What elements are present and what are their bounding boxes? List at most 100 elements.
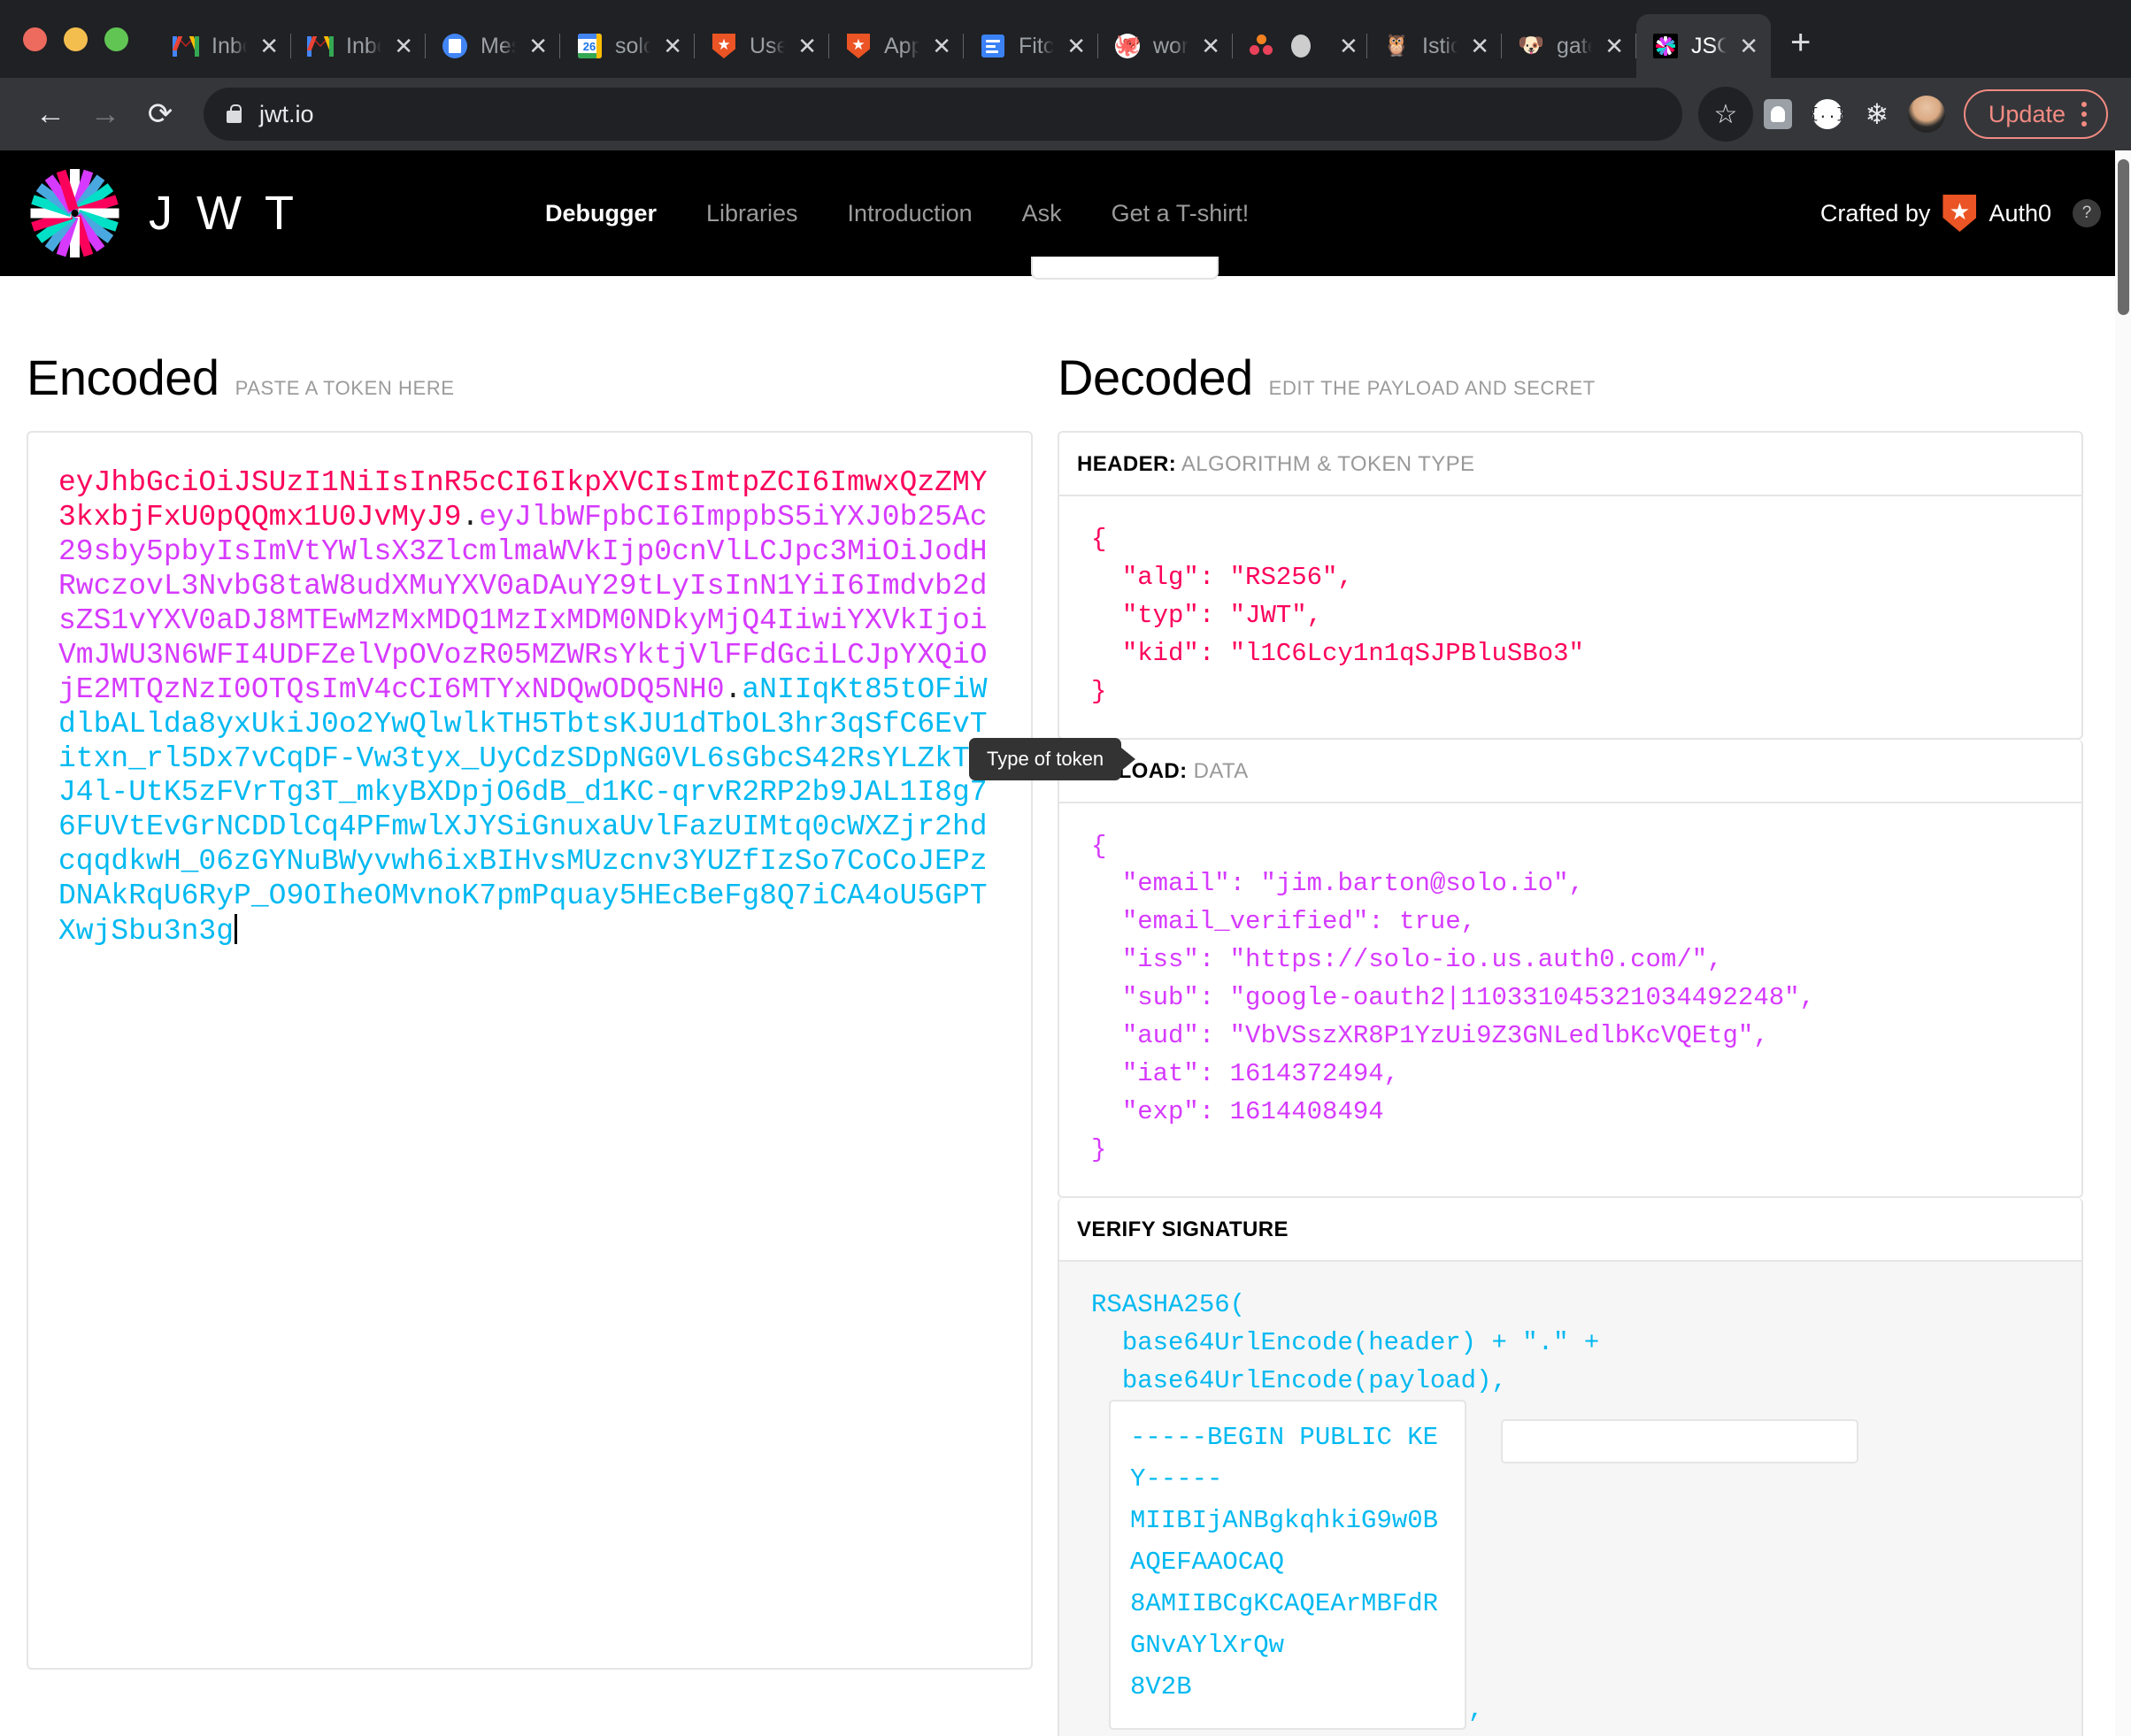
browser-tab-active[interactable]: JSO ✕ (1636, 14, 1771, 78)
payload-panel-json[interactable]: { "email": "jim.barton@solo.io", "email_… (1059, 803, 2081, 1196)
tab-title: Mes (481, 33, 516, 58)
lightbulb-extension-icon[interactable] (1753, 89, 1803, 139)
browser-tab[interactable]: 🐶 gate ✕ (1502, 14, 1636, 78)
decoded-column: Decoded EDIT THE PAYLOAD AND SECRET HEAD… (1058, 276, 2106, 1736)
payload-panel-sublabel: DATA (1193, 758, 1249, 783)
browser-tab[interactable]: ★ App ✕ (829, 14, 964, 78)
help-icon[interactable]: ? (2073, 199, 2101, 227)
calendar-day-number: 26 (582, 39, 596, 53)
collapsed-banner-stub (1031, 257, 1219, 280)
page-scrollbar-thumb[interactable] (2118, 159, 2129, 315)
close-icon[interactable]: ✕ (1739, 35, 1758, 58)
minimize-window-button[interactable] (64, 27, 88, 51)
signature-line-1: RSASHA256( (1091, 1289, 1246, 1319)
crafted-by-auth0: Crafted by ★ Auth0 ? (1820, 195, 2101, 232)
auth0-label: Auth0 (1989, 199, 2051, 227)
update-button[interactable]: Update (1963, 89, 2108, 139)
close-icon[interactable]: ✕ (528, 35, 548, 58)
encoded-column: Encoded PASTE A TOKEN HERE eyJhbGciOiJSU… (0, 257, 1219, 1736)
close-icon[interactable]: ✕ (1339, 35, 1358, 58)
page-scrollbar[interactable] (2115, 150, 2131, 1736)
close-icon[interactable]: ✕ (1066, 35, 1086, 58)
close-icon[interactable]: ✕ (1470, 35, 1489, 58)
tab-title: App (884, 33, 920, 58)
site-brand[interactable]: J W T (27, 165, 299, 261)
encoded-heading: Encoded PASTE A TOKEN HERE (27, 276, 1033, 431)
back-button[interactable]: ← (23, 87, 78, 142)
window-traffic-lights (23, 0, 157, 78)
profile-avatar[interactable] (1902, 89, 1951, 139)
bookmark-star-icon[interactable]: ☆ (1697, 87, 1753, 142)
header-panel: HEADER: ALGORITHM & TOKEN TYPE { "alg": … (1058, 431, 2083, 740)
tab-title: gate (1557, 33, 1592, 58)
close-icon[interactable]: ✕ (663, 35, 682, 58)
decoded-heading: Decoded EDIT THE PAYLOAD AND SECRET (1058, 276, 2083, 431)
nav-item-introduction[interactable]: Introduction (823, 200, 997, 227)
header-panel-json[interactable]: { "alg": "RS256", "typ": "JWT", "kid": "… (1059, 496, 2081, 738)
json-formatter-extension-icon[interactable]: {..} (1803, 89, 1852, 139)
browser-tab[interactable]: Inbo ✕ (291, 14, 426, 78)
browser-tab[interactable]: ★ Use ✕ (695, 14, 829, 78)
browser-tab[interactable]: 🦉 Istio ✕ (1367, 14, 1502, 78)
grey-circle-icon (1288, 33, 1314, 59)
close-icon[interactable]: ✕ (259, 35, 279, 58)
extensions-puzzle-icon[interactable]: ❄ (1852, 89, 1902, 139)
debugger-content: Encoded PASTE A TOKEN HERE eyJhbGciOiJSU… (0, 257, 2131, 1736)
google-calendar-icon: 26 (576, 33, 603, 59)
new-tab-button[interactable]: + (1790, 25, 1811, 60)
encoded-token-textarea[interactable]: eyJhbGciOiJSUzI1NiIsInR5cCI6IkpXVCIsImtp… (27, 431, 1033, 1670)
maximize-window-button[interactable] (104, 27, 128, 51)
token-separator-1: . (461, 500, 480, 534)
reload-button[interactable]: ⟳ (133, 87, 188, 142)
browser-tab[interactable]: 26 solo ✕ (560, 14, 695, 78)
github-icon: 🐙 (1114, 34, 1141, 58)
browser-tab[interactable]: 🐙 worl ✕ (1098, 14, 1233, 78)
browser-tab[interactable]: Mes ✕ (426, 14, 560, 78)
browser-toolbar: ← → ⟳ jwt.io ☆ {..} ❄ Update (0, 78, 2131, 150)
gmail-icon (307, 33, 334, 59)
encoded-subtitle: PASTE A TOKEN HERE (235, 377, 455, 399)
close-icon[interactable]: ✕ (1201, 35, 1220, 58)
close-icon[interactable]: ✕ (932, 35, 951, 58)
browser-tab[interactable]: Fitch ✕ (964, 14, 1098, 78)
payload-panel-title: PAYLOAD: DATA (1059, 740, 2081, 803)
browser-tab[interactable]: Inbo ✕ (157, 14, 291, 78)
close-icon[interactable]: ✕ (797, 35, 817, 58)
update-button-label: Update (1988, 100, 2066, 127)
tab-title: Use (750, 33, 786, 58)
signature-line-3: base64UrlEncode(payload), (1091, 1365, 1507, 1395)
signature-panel: VERIFY SIGNATURE RSASHA256( base64UrlEnc… (1058, 1197, 2083, 1736)
tab-title: JSO (1691, 33, 1727, 58)
site-nav-menu: Debugger Libraries Introduction Ask Get … (520, 200, 1273, 227)
tab-title: Inbo (212, 33, 247, 58)
google-docs-icon (442, 33, 468, 59)
fitch-icon (980, 33, 1006, 59)
auth0-logo-icon: ★ (1943, 195, 1977, 232)
signature-panel-title: VERIFY SIGNATURE (1059, 1198, 2081, 1262)
header-panel-title: HEADER: ALGORITHM & TOKEN TYPE (1059, 433, 2081, 496)
public-key-input[interactable]: -----BEGIN PUBLIC KEY----- MIIBIjANBgkqh… (1109, 1400, 1466, 1731)
token-separator-2: . (724, 672, 742, 706)
private-key-input[interactable] (1501, 1419, 1859, 1464)
tab-title: Istio (1422, 33, 1458, 58)
decoded-title: Decoded (1058, 350, 1253, 405)
browser-tab[interactable]: G ✕ (1233, 14, 1367, 78)
address-bar[interactable]: jwt.io (204, 88, 1682, 141)
close-icon[interactable]: ✕ (394, 35, 413, 58)
signature-panel-body: RSASHA256( base64UrlEncode(header) + "."… (1059, 1261, 2081, 1736)
auth0-icon: ★ (711, 33, 737, 59)
nav-item-libraries[interactable]: Libraries (681, 200, 823, 227)
token-type-tooltip: Type of token (969, 738, 1122, 780)
crafted-by-label: Crafted by (1819, 199, 1931, 227)
nav-item-ask[interactable]: Ask (997, 200, 1087, 227)
close-window-button[interactable] (23, 27, 47, 51)
forward-button[interactable]: → (78, 87, 133, 142)
tab-title: solo (615, 33, 651, 58)
brand-wordmark: J W T (149, 187, 299, 240)
dots-icon (1249, 33, 1275, 59)
close-icon[interactable]: ✕ (1604, 35, 1624, 58)
kebab-menu-icon[interactable] (2081, 102, 2087, 127)
nav-item-debugger[interactable]: Debugger (520, 200, 681, 227)
tab-title: Fitch (1019, 33, 1055, 58)
nav-item-get-a-tshirt[interactable]: Get a T-shirt! (1087, 200, 1274, 227)
